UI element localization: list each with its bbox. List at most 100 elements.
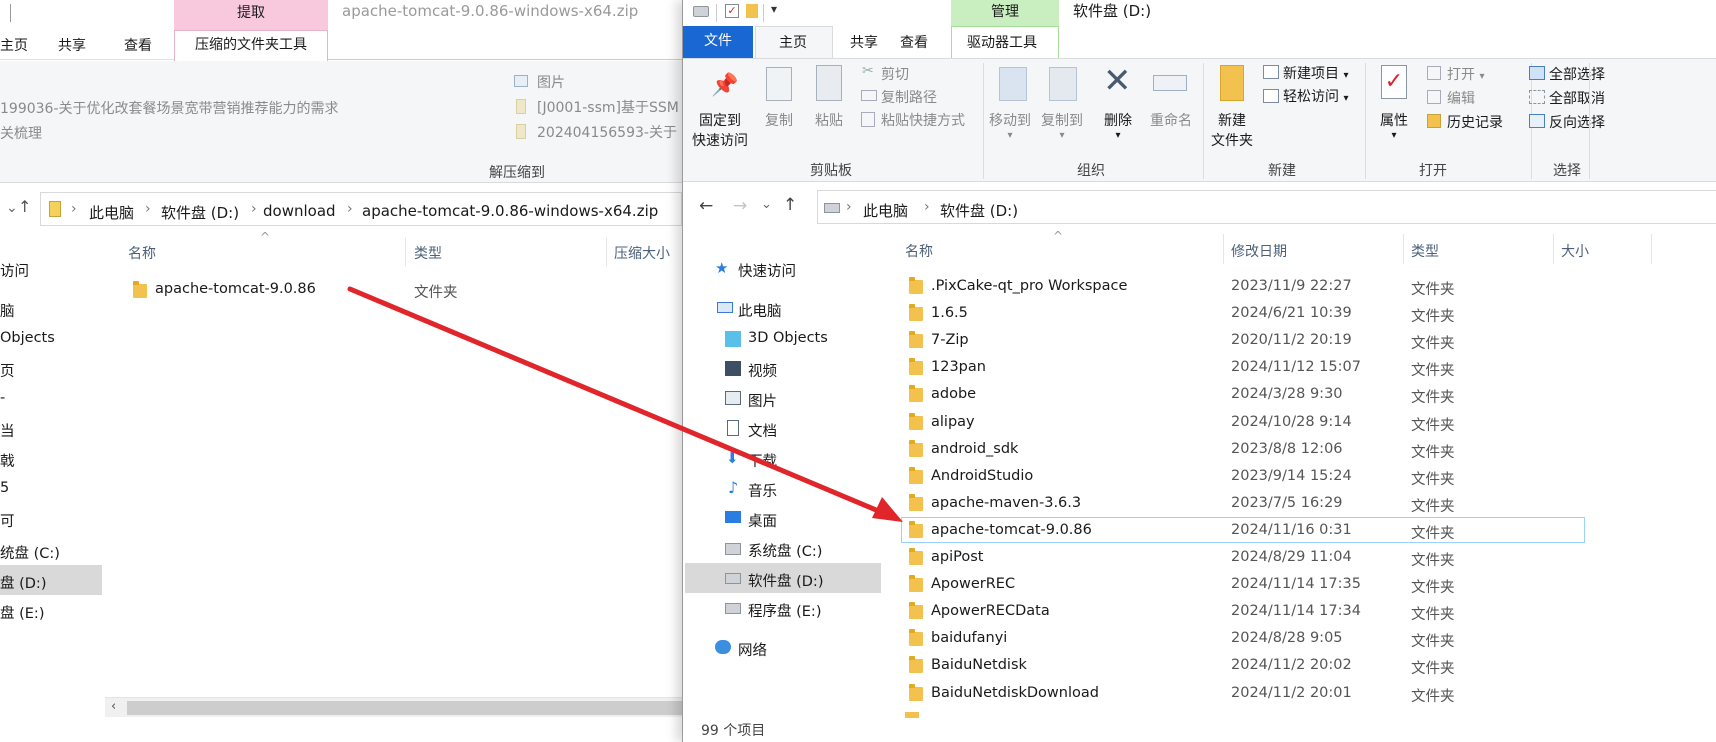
file-row[interactable]: apache-maven-3.6.3 2023/7/5 16:29 文件夹 xyxy=(683,489,1683,515)
tab-drive-tools[interactable]: 驱动器工具 xyxy=(967,32,1037,52)
file-row[interactable]: .PixCake-qt_pro Workspace 2023/11/9 22:27… xyxy=(683,272,1683,298)
col-compressed-size[interactable]: 压缩大小 xyxy=(614,243,670,263)
new-item-button[interactable]: 新建项目 ▾ xyxy=(1283,63,1348,83)
back-arrow-icon[interactable]: ← xyxy=(699,196,713,216)
dest-202404[interactable]: 202404156593-关于 xyxy=(537,122,677,142)
dest-ssm[interactable]: [J0001-ssm]基于SSM xyxy=(537,97,679,117)
new-folder-icon[interactable] xyxy=(746,4,758,18)
nav-3d-objects[interactable]: Objects xyxy=(0,330,55,346)
nav-item[interactable]: 戟 xyxy=(0,450,15,471)
invert-selection-button[interactable]: 反向选择 xyxy=(1549,112,1605,132)
file-row[interactable]: 1.6.5 2024/6/21 10:39 文件夹 xyxy=(683,299,1683,325)
file-row[interactable]: ApowerRECData 2024/11/14 17:34 文件夹 xyxy=(683,597,1683,623)
properties-check-icon[interactable]: ✓ xyxy=(725,4,739,18)
col-name[interactable]: 名称 xyxy=(128,243,156,263)
chevron-right-icon: › xyxy=(71,201,77,217)
tab-home[interactable]: 主页 xyxy=(0,35,28,55)
crumb-download[interactable]: download xyxy=(263,202,336,220)
file-row[interactable]: 7-Zip 2020/11/2 20:19 文件夹 xyxy=(683,326,1683,352)
tab-home[interactable]: 主页 xyxy=(779,32,807,52)
extract-context-tab[interactable]: 提取 xyxy=(174,0,328,30)
file-row[interactable]: ApowerREC 2024/11/14 17:35 文件夹 xyxy=(683,570,1683,596)
scrollbar-thumb[interactable] xyxy=(127,701,682,715)
crumb-drive-d[interactable]: 软件盘 (D:) xyxy=(161,202,239,223)
file-row[interactable]: adobe 2024/3/28 9:30 文件夹 xyxy=(683,380,1683,406)
crumb-zip[interactable]: apache-tomcat-9.0.86-windows-x64.zip xyxy=(362,202,658,220)
nav-item[interactable]: 可 xyxy=(0,510,15,531)
tab-share[interactable]: 共享 xyxy=(58,35,86,55)
file-row[interactable]: AndroidStudio 2023/9/14 15:24 文件夹 xyxy=(683,462,1683,488)
file-row[interactable]: BaiduNetdiskDownload 2024/11/2 20:01 文件夹 xyxy=(683,679,1683,705)
properties-button[interactable]: 属性 ▾ xyxy=(1371,110,1417,141)
nav-drive-d[interactable]: 盘 (D:) xyxy=(0,572,46,593)
nav-this-pc[interactable]: 脑 xyxy=(0,300,15,321)
down-arrow-icon[interactable]: ⌄ xyxy=(6,200,18,216)
qat-dropdown-icon[interactable]: ▾ xyxy=(771,2,777,16)
file-row[interactable]: alipay 2024/10/28 9:14 文件夹 xyxy=(683,408,1683,434)
tab-share[interactable]: 共享 xyxy=(850,32,878,52)
new-folder-button[interactable]: 新建 文件夹 xyxy=(1205,110,1259,150)
copy-path-button[interactable]: 复制路径 xyxy=(881,87,937,107)
select-none-button[interactable]: 全部取消 xyxy=(1549,88,1605,108)
nav-drive-e[interactable]: 盘 (E:) xyxy=(0,602,44,623)
file-row[interactable]: BaiduNetdisk 2024/11/2 20:02 文件夹 xyxy=(683,651,1683,677)
scroll-left-icon[interactable]: ‹ xyxy=(111,699,116,714)
file-row[interactable]: 123pan 2024/11/12 15:07 文件夹 xyxy=(683,353,1683,379)
address-bar[interactable]: › 此电脑 › 软件盘 (D:) › download › apache-tom… xyxy=(40,192,682,226)
copy-button[interactable]: 复制 xyxy=(758,110,800,130)
file-row[interactable]: baidufanyi 2024/8/28 9:05 文件夹 xyxy=(683,624,1683,650)
file-row[interactable]: android_sdk 2023/8/8 12:06 文件夹 xyxy=(683,435,1683,461)
recent-dropdown-icon[interactable]: ⌄ xyxy=(761,197,772,212)
select-all-button[interactable]: 全部选择 xyxy=(1549,64,1605,84)
nav-item[interactable]: 页 xyxy=(0,360,15,381)
open-button[interactable]: 打开 ▾ xyxy=(1447,64,1484,84)
folder-icon xyxy=(909,629,923,646)
col-modified[interactable]: 修改日期 xyxy=(1231,241,1287,261)
col-type[interactable]: 类型 xyxy=(414,243,442,263)
rename-button[interactable]: 重命名 xyxy=(1145,110,1197,130)
history-button[interactable]: 历史记录 xyxy=(1447,112,1503,132)
tab-file[interactable]: 文件 xyxy=(683,26,753,58)
paste-button[interactable]: 粘贴 xyxy=(808,110,850,130)
copy-to-icon xyxy=(1049,67,1077,101)
col-size[interactable]: 大小 xyxy=(1561,241,1589,261)
pin-to-quick-access-button[interactable]: 固定到 快速访问 xyxy=(689,110,751,150)
copy-to-button[interactable]: 复制到 ▾ xyxy=(1037,110,1087,141)
group-divider xyxy=(983,63,984,179)
recent-item-1[interactable]: 199036-关于优化改套餐场景宽带营销推荐能力的需求 xyxy=(0,98,339,118)
manage-context-tab[interactable]: 管理 xyxy=(951,0,1059,26)
tab-view[interactable]: 查看 xyxy=(900,32,928,52)
file-name: apache-maven-3.6.3 xyxy=(931,495,1082,511)
cut-button[interactable]: 剪切 xyxy=(881,64,909,84)
file-name: ApowerREC xyxy=(931,576,1016,592)
crumb-this-pc[interactable]: 此电脑 xyxy=(89,202,134,223)
nav-item[interactable]: 当 xyxy=(0,420,15,441)
file-name: 123pan xyxy=(931,359,986,375)
up-arrow-icon[interactable]: ↑ xyxy=(783,195,797,215)
crumb-drive-d[interactable]: 软件盘 (D:) xyxy=(940,200,1018,221)
file-row[interactable]: apache-tomcat-9.0.86 2024/11/16 0:31 文件夹 xyxy=(683,516,1683,542)
move-to-button[interactable]: 移动到 ▾ xyxy=(985,110,1035,141)
file-row[interactable]: apiPost 2024/8/29 11:04 文件夹 xyxy=(683,543,1683,569)
horizontal-scrollbar[interactable]: ‹ xyxy=(105,697,682,717)
address-bar[interactable]: › 此电脑 › 软件盘 (D:) xyxy=(817,190,1716,224)
edit-button[interactable]: 编辑 xyxy=(1447,88,1475,108)
nav-drive-c[interactable]: 统盘 (C:) xyxy=(0,542,60,563)
tab-view[interactable]: 查看 xyxy=(124,35,152,55)
tab-compressed-folder-tools[interactable]: 压缩的文件夹工具 xyxy=(174,30,328,61)
up-arrow-icon[interactable]: ↑ xyxy=(18,197,31,216)
recent-item-2[interactable]: 关梳理 xyxy=(0,123,42,143)
col-type[interactable]: 类型 xyxy=(1411,241,1439,261)
edit-icon xyxy=(1427,90,1441,104)
nav-item[interactable]: 5 xyxy=(0,480,9,496)
nav-quick-access[interactable]: 访问 xyxy=(0,260,29,281)
file-type: 文件夹 xyxy=(1411,390,1455,406)
nav-item[interactable]: - xyxy=(0,390,5,406)
col-name[interactable]: 名称 xyxy=(905,241,933,261)
easy-access-button[interactable]: 轻松访问 ▾ xyxy=(1283,86,1348,106)
forward-arrow-icon[interactable]: → xyxy=(733,196,747,216)
dest-pictures[interactable]: 图片 xyxy=(537,72,565,92)
delete-button[interactable]: 删除 ▾ xyxy=(1093,110,1143,141)
crumb-this-pc[interactable]: 此电脑 xyxy=(863,200,908,221)
paste-shortcut-button[interactable]: 粘贴快捷方式 xyxy=(881,110,965,130)
